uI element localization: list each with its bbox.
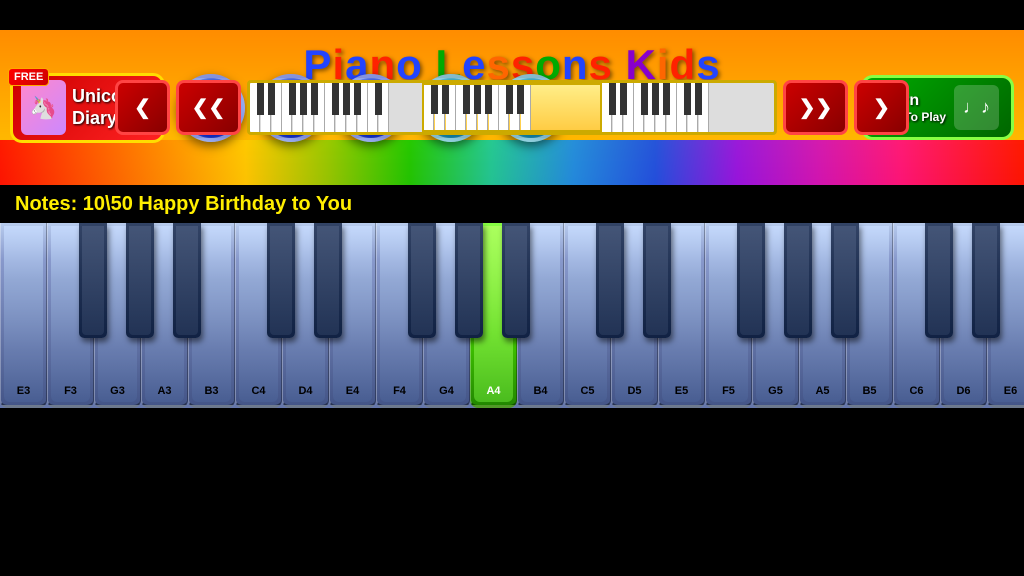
next-far-icon: ❯❯ bbox=[799, 95, 833, 120]
key-Fsharp4[interactable] bbox=[408, 223, 436, 338]
bottom-bar bbox=[0, 408, 1024, 423]
key-Asharp3[interactable] bbox=[173, 223, 201, 338]
top-bar bbox=[0, 0, 1024, 30]
key-Csharp6[interactable] bbox=[925, 223, 953, 338]
key-C6[interactable]: C6 bbox=[893, 223, 940, 408]
key-Fsharp3[interactable] bbox=[79, 223, 107, 338]
key-Gsharp5[interactable] bbox=[784, 223, 812, 338]
key-Asharp4[interactable] bbox=[502, 223, 530, 338]
key-F5[interactable]: F5 bbox=[705, 223, 752, 408]
header: FREE 🦄 Unicorn Diary ⏸ ■ ⚙ 📂 Learn How T… bbox=[0, 30, 1024, 185]
key-F4[interactable]: F4 bbox=[376, 223, 423, 408]
mini-keyboard-display: .mk { display:inline-block; height:100%;… bbox=[247, 80, 777, 135]
keyboard-nav: ❮ ❮❮ .mk { display:inline-block; height:… bbox=[0, 80, 1024, 135]
prev-button[interactable]: ❮ bbox=[115, 80, 170, 135]
key-Dsharp6[interactable] bbox=[972, 223, 1000, 338]
next-far-button[interactable]: ❯❯ bbox=[783, 80, 848, 135]
piano-area: E3 F3 G3 A bbox=[0, 223, 1024, 408]
key-Gsharp3[interactable] bbox=[126, 223, 154, 338]
prev-far-button[interactable]: ❮❮ bbox=[176, 80, 241, 135]
key-Gsharp4[interactable] bbox=[455, 223, 483, 338]
notes-status: Notes: 10\50 Happy Birthday to You bbox=[15, 193, 352, 216]
key-E3[interactable]: E3 bbox=[0, 223, 47, 408]
prev-far-icon: ❮❮ bbox=[192, 95, 226, 120]
key-F3[interactable]: F3 bbox=[47, 223, 94, 408]
rainbow-decoration bbox=[0, 140, 1024, 185]
prev-icon: ❮ bbox=[134, 95, 151, 120]
key-C4[interactable]: C4 bbox=[235, 223, 282, 408]
key-C5[interactable]: C5 bbox=[564, 223, 611, 408]
next-icon: ❯ bbox=[873, 95, 890, 120]
key-Csharp5[interactable] bbox=[596, 223, 624, 338]
key-Dsharp5[interactable] bbox=[643, 223, 671, 338]
next-button[interactable]: ❯ bbox=[854, 80, 909, 135]
key-Fsharp5[interactable] bbox=[737, 223, 765, 338]
key-Asharp5[interactable] bbox=[831, 223, 859, 338]
key-Dsharp4[interactable] bbox=[314, 223, 342, 338]
notes-bar: Notes: 10\50 Happy Birthday to You bbox=[0, 185, 1024, 223]
key-Csharp4[interactable] bbox=[267, 223, 295, 338]
